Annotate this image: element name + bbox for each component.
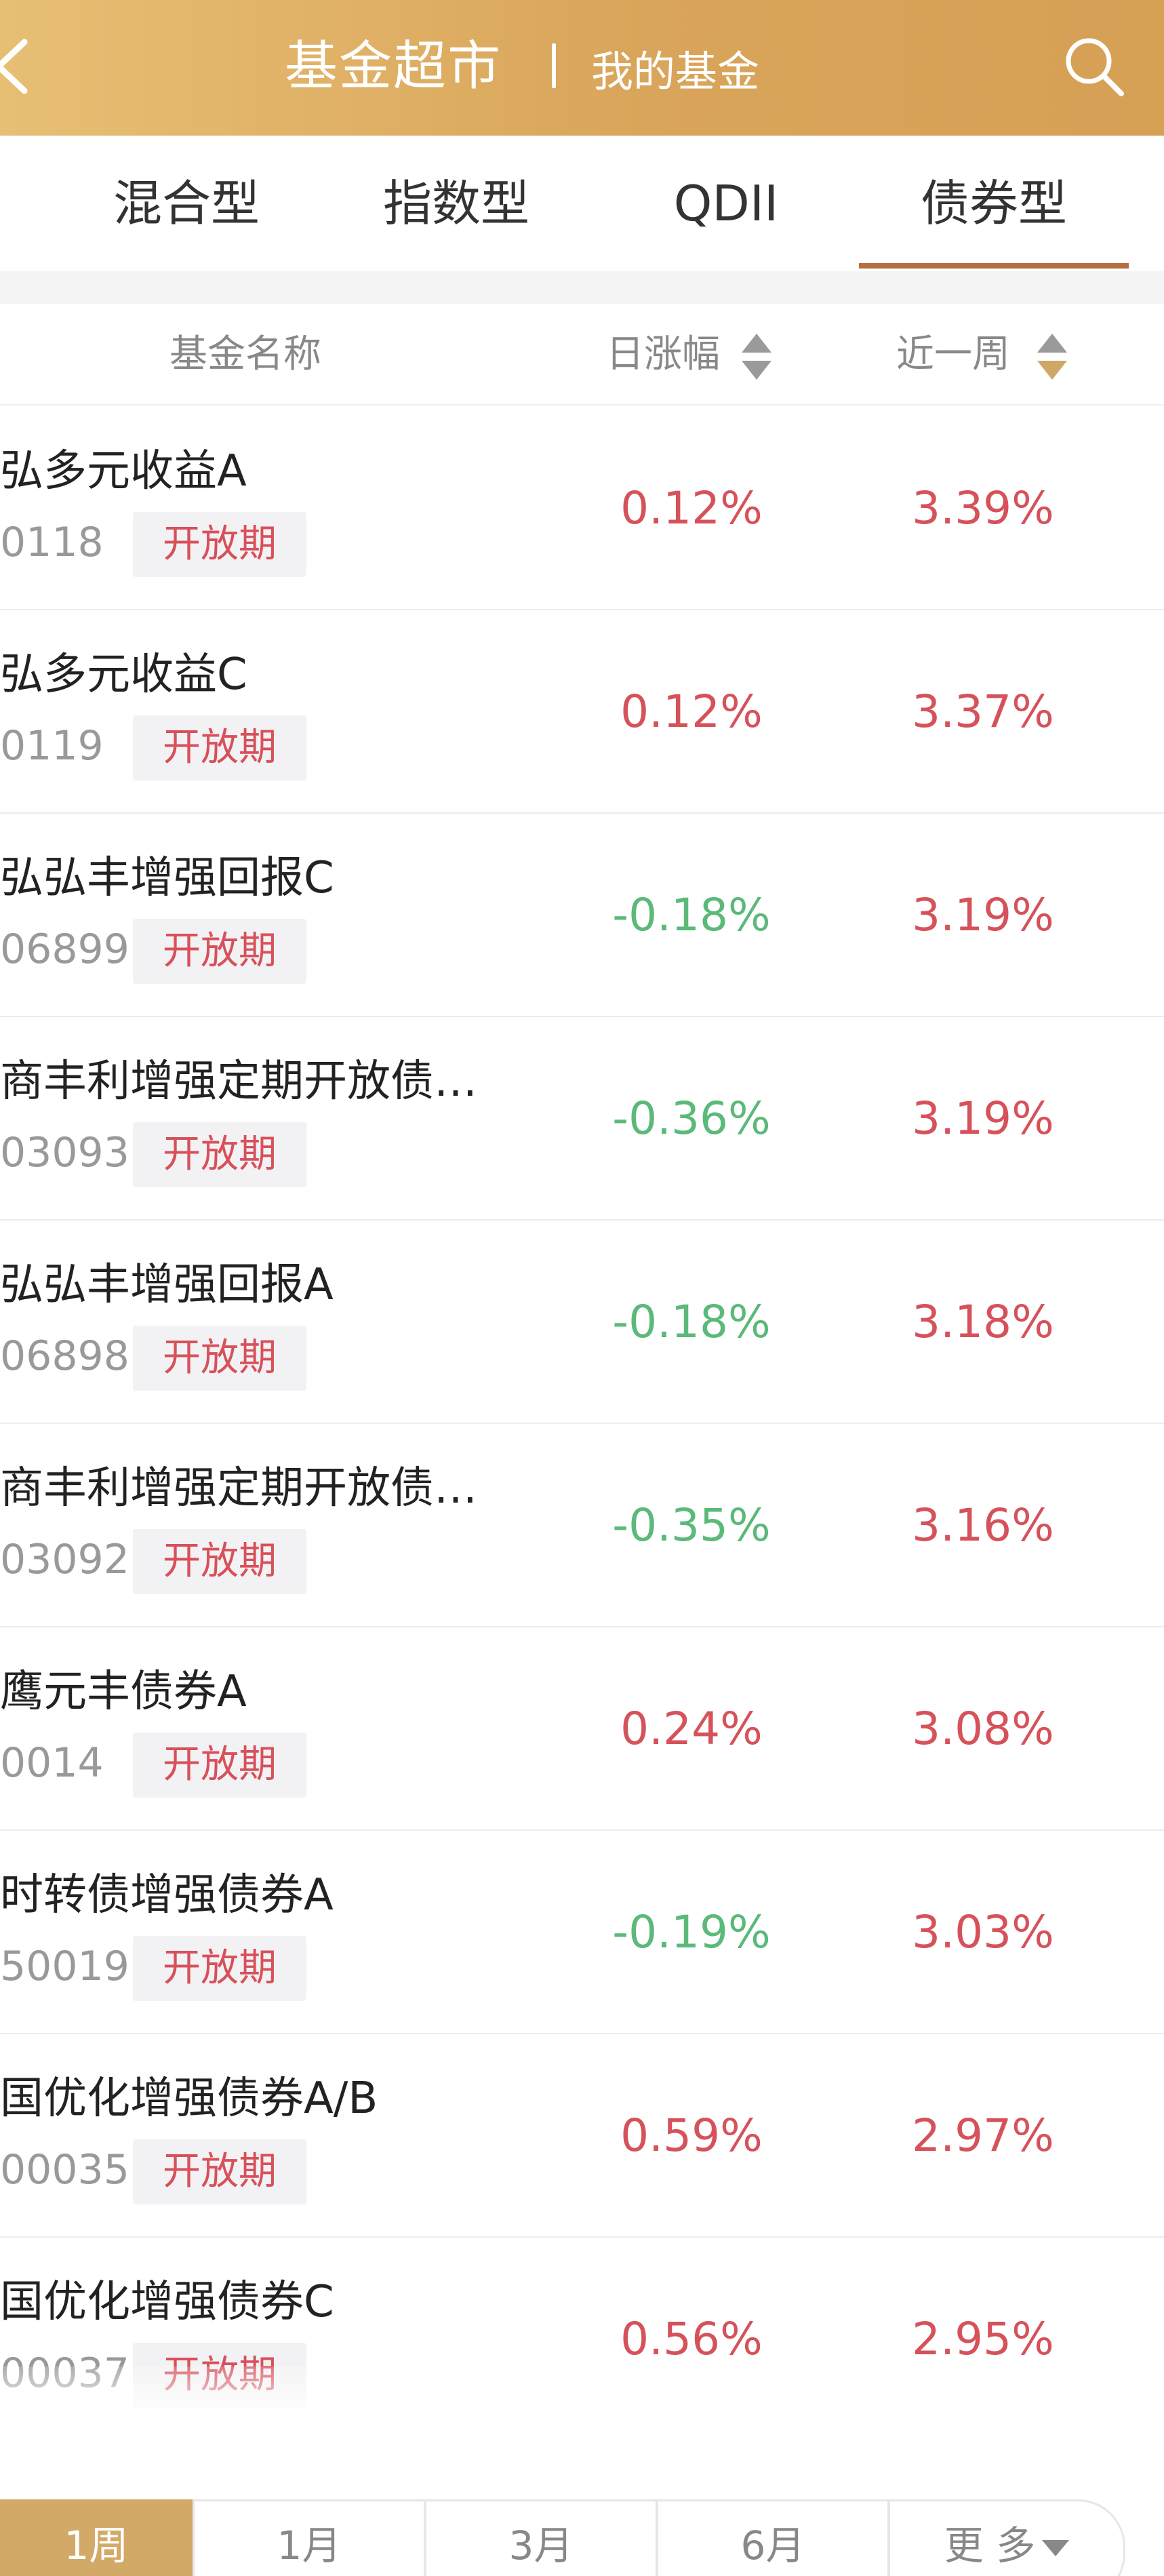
fund-row[interactable]: 时转债增强债券A 50019 开放期 -0.19% 3.03% (0, 1831, 1164, 2034)
daily-change: -0.36% (612, 1092, 771, 1145)
daily-change: -0.18% (612, 1296, 771, 1348)
fund-row[interactable]: 弘多元收益C 0119 开放期 0.12% 3.37% (0, 610, 1164, 814)
week-change: 3.19% (912, 889, 1054, 941)
period-3-month[interactable]: 3月 (424, 2499, 658, 2576)
status-badge: 开放期 (133, 919, 306, 984)
table-header: 基金名称 日涨幅 近一周 (0, 304, 1164, 405)
daily-change: 0.12% (620, 686, 763, 738)
fund-row[interactable]: 弘多元收益A 0118 开放期 0.12% 3.39% (0, 407, 1164, 610)
search-icon[interactable] (1062, 34, 1127, 99)
week-change: 3.18% (912, 1296, 1054, 1348)
fund-code: 06898 (0, 1332, 129, 1380)
status-badge: 开放期 (133, 1732, 306, 1798)
fund-row[interactable]: 国优化增强债券A/B 00035 开放期 0.59% 2.97% (0, 2034, 1164, 2238)
tab-hybrid[interactable]: 混合型 (54, 136, 319, 271)
fund-name: 国优化增强债券A/B (0, 2074, 378, 2124)
fund-type-tabs: 混合型 指数型 QDII 债券型 (0, 136, 1164, 271)
daily-change: 0.59% (620, 2109, 763, 2162)
status-badge: 开放期 (133, 1936, 306, 2001)
fund-code: 50019 (0, 1943, 129, 1990)
fund-market-page: 基金超市 我的基金 混合型 指数型 QDII 债券型 基金名称 日涨幅 近一周 … (0, 0, 1164, 2576)
tab-bond[interactable]: 债券型 (859, 136, 1129, 271)
fund-name: 商丰利增强定期开放债… (0, 1463, 477, 1513)
fund-name: 弘弘丰增强回报A (0, 1260, 334, 1310)
fund-row[interactable]: 弘弘丰增强回报C 06899 开放期 -0.18% 3.19% (0, 814, 1164, 1017)
fund-code: 00035 (0, 2146, 129, 2194)
sort-arrows-icon[interactable] (739, 331, 774, 382)
fund-row[interactable]: 商丰利增强定期开放债… 03093 开放期 -0.36% 3.19% (0, 1017, 1164, 1221)
column-fund-name: 基金名称 (169, 332, 321, 376)
my-funds-link[interactable]: 我的基金 (591, 38, 759, 106)
fund-code: 06899 (0, 926, 129, 973)
week-change: 3.16% (912, 1499, 1054, 1551)
page-title: 基金超市 (285, 36, 502, 97)
fund-name: 时转债增强债券A (0, 1870, 334, 1920)
period-more[interactable]: 更 多 (888, 2499, 1125, 2576)
status-badge: 开放期 (133, 1122, 306, 1187)
fund-name: 弘多元收益C (0, 650, 247, 700)
daily-change: -0.18% (612, 889, 771, 941)
fund-name: 弘多元收益A (0, 446, 247, 496)
chevron-down-icon (1042, 2539, 1070, 2556)
fund-row[interactable]: 弘弘丰增强回报A 06898 开放期 -0.18% 3.18% (0, 1221, 1164, 1424)
header-divider (552, 43, 556, 88)
tab-index[interactable]: 指数型 (324, 136, 588, 271)
active-tab-indicator (859, 263, 1129, 269)
status-badge: 开放期 (133, 1529, 306, 1594)
status-badge: 开放期 (133, 512, 306, 577)
fund-name: 弘弘丰增强回报C (0, 853, 334, 903)
status-badge: 开放期 (133, 2139, 306, 2204)
fund-name: 鹰元丰债券A (0, 1667, 247, 1717)
fund-row[interactable]: 鹰元丰债券A 0014 开放期 0.24% 3.08% (0, 1627, 1164, 1831)
back-arrow-icon[interactable] (0, 33, 41, 100)
fund-code: 0014 (0, 1739, 104, 1787)
week-change: 3.03% (912, 1906, 1054, 1958)
week-change: 3.08% (912, 1703, 1054, 1755)
column-daily-change[interactable]: 日涨幅 (606, 304, 720, 405)
fund-row[interactable]: 商丰利增强定期开放债… 03092 开放期 -0.35% 3.16% (0, 1424, 1164, 1627)
fund-code: 0119 (0, 722, 104, 770)
daily-change: 0.12% (620, 482, 763, 534)
period-6-month[interactable]: 6月 (656, 2499, 889, 2576)
week-change: 3.19% (912, 1092, 1054, 1145)
tab-qdii[interactable]: QDII (594, 136, 858, 271)
period-more-label: 更 多 (944, 2522, 1036, 2569)
section-gap (0, 271, 1164, 304)
app-header: 基金超市 我的基金 (0, 0, 1164, 136)
status-badge: 开放期 (133, 1326, 306, 1391)
week-change: 2.97% (912, 2109, 1054, 2162)
sort-arrows-icon[interactable] (1035, 331, 1070, 382)
fund-code: 03093 (0, 1129, 129, 1176)
fund-name: 国优化增强债券C (0, 2277, 334, 2327)
week-change: 3.39% (912, 482, 1054, 534)
daily-change: -0.19% (612, 1906, 771, 1958)
period-1-month[interactable]: 1月 (193, 2499, 426, 2576)
period-selector: 1周 1月 3月 6月 更 多 (0, 2489, 1164, 2576)
fund-code: 03092 (0, 1536, 129, 1583)
status-badge: 开放期 (133, 715, 306, 780)
period-1-week[interactable]: 1周 (0, 2499, 193, 2576)
list-fade-overlay (0, 2366, 1164, 2448)
column-week-change[interactable]: 近一周 (896, 304, 1010, 405)
week-change: 3.37% (912, 686, 1054, 738)
fund-code: 0118 (0, 519, 104, 566)
daily-change: 0.24% (620, 1703, 763, 1755)
daily-change: -0.35% (612, 1499, 771, 1551)
fund-name: 商丰利增强定期开放债… (0, 1056, 477, 1107)
